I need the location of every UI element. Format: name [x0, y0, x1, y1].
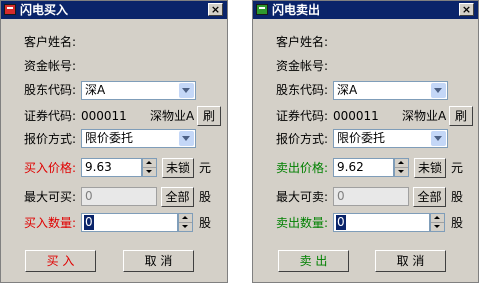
buy-qty-label: 买入数量:	[24, 216, 77, 230]
spin-up-icon[interactable]	[395, 159, 408, 168]
sell-max-label: 最大可卖:	[276, 190, 329, 204]
sell-price-type-label: 报价方式:	[276, 132, 329, 146]
chevron-down-icon[interactable]	[431, 83, 446, 98]
buy-qty-spinner[interactable]	[178, 213, 193, 232]
sell-holder-label: 股东代码:	[276, 83, 329, 97]
buy-dialog: 闪电买入 × 客户姓名: 资金帐号: 股东代码: 深A 证券代码: 000011…	[0, 0, 228, 283]
sell-max-unit: 股	[451, 190, 464, 204]
sell-max-field: 0	[333, 187, 409, 206]
sell-lock-button[interactable]: 未锁	[414, 158, 446, 178]
buy-app-icon	[4, 4, 16, 15]
sell-qty-label: 卖出数量:	[276, 216, 329, 230]
sell-titlebar[interactable]: 闪电卖出 ×	[253, 1, 478, 19]
buy-titlebar[interactable]: 闪电买入 ×	[1, 1, 227, 19]
buy-qty-unit: 股	[199, 216, 212, 230]
sell-qty-unit: 股	[451, 216, 464, 230]
sell-price-unit: 元	[451, 161, 464, 175]
buy-price-type-label: 报价方式:	[24, 132, 77, 146]
sell-dialog: 闪电卖出 × 客户姓名: 资金帐号: 股东代码: 深A 证券代码: 000011…	[252, 0, 479, 283]
sell-qty-value: 0	[336, 215, 346, 230]
buy-all-button[interactable]: 全部	[161, 187, 194, 207]
sell-price-input[interactable]: 9.62	[333, 158, 394, 177]
sell-stock-name: 深物业A	[402, 109, 447, 123]
buy-price-unit: 元	[199, 161, 212, 175]
buy-submit-button[interactable]: 买 入	[25, 250, 96, 272]
sell-code-label: 证券代码:	[276, 109, 329, 123]
sell-customer-label: 客户姓名:	[276, 35, 329, 49]
sell-holder-value: 深A	[337, 83, 358, 97]
buy-stock-name: 深物业A	[150, 109, 195, 123]
sell-price-spinner[interactable]	[394, 158, 409, 177]
chevron-down-icon[interactable]	[179, 131, 194, 146]
sell-cancel-button[interactable]: 取 消	[375, 250, 446, 272]
sell-price-label: 卖出价格:	[276, 161, 329, 175]
buy-max-unit: 股	[199, 190, 212, 204]
buy-max-label: 最大可买:	[24, 190, 77, 204]
sell-max-value: 0	[337, 189, 345, 203]
buy-qty-value: 0	[84, 215, 94, 230]
sell-qty-input[interactable]: 0	[333, 213, 430, 232]
buy-customer-label: 客户姓名:	[24, 35, 77, 49]
buy-price-type-select[interactable]: 限价委托	[81, 129, 196, 148]
spin-down-icon[interactable]	[395, 168, 408, 176]
sell-price-type-select[interactable]: 限价委托	[333, 129, 448, 148]
buy-holder-label: 股东代码:	[24, 83, 77, 97]
buy-code-label: 证券代码:	[24, 109, 77, 123]
chevron-down-icon[interactable]	[431, 131, 446, 146]
buy-cancel-button[interactable]: 取 消	[123, 250, 194, 272]
buy-price-spinner[interactable]	[142, 158, 157, 177]
buy-max-value: 0	[85, 189, 93, 203]
sell-price-type-value: 限价委托	[337, 131, 386, 145]
buy-refresh-button[interactable]: 刷	[197, 106, 221, 126]
spin-up-icon[interactable]	[431, 214, 444, 223]
spin-up-icon[interactable]	[143, 159, 156, 168]
sell-title: 闪电卖出	[272, 3, 321, 17]
buy-price-input[interactable]: 9.63	[81, 158, 142, 177]
spin-down-icon[interactable]	[143, 168, 156, 176]
sell-account-label: 资金帐号:	[276, 59, 329, 73]
chevron-down-icon[interactable]	[179, 83, 194, 98]
sell-close-button[interactable]: ×	[459, 3, 474, 16]
sell-submit-button[interactable]: 卖 出	[278, 250, 349, 272]
sell-app-icon	[256, 4, 268, 15]
sell-all-button[interactable]: 全部	[413, 187, 446, 207]
buy-lock-button[interactable]: 未锁	[162, 158, 194, 178]
spin-down-icon[interactable]	[179, 223, 192, 231]
buy-code-value: 000011	[81, 109, 127, 123]
buy-qty-input[interactable]: 0	[81, 213, 178, 232]
buy-price-type-value: 限价委托	[85, 131, 134, 145]
spin-up-icon[interactable]	[179, 214, 192, 223]
sell-qty-spinner[interactable]	[430, 213, 445, 232]
buy-close-button[interactable]: ×	[208, 3, 223, 16]
buy-account-label: 资金帐号:	[24, 59, 77, 73]
sell-holder-select[interactable]: 深A	[333, 81, 448, 100]
sell-code-value: 000011	[333, 109, 379, 123]
buy-title: 闪电买入	[20, 3, 69, 17]
sell-price-value: 9.62	[337, 160, 364, 174]
buy-holder-select[interactable]: 深A	[81, 81, 196, 100]
sell-refresh-button[interactable]: 刷	[449, 106, 473, 126]
buy-holder-value: 深A	[85, 83, 106, 97]
buy-max-field: 0	[81, 187, 157, 206]
buy-price-label: 买入价格:	[24, 161, 77, 175]
spin-down-icon[interactable]	[431, 223, 444, 231]
buy-price-value: 9.63	[85, 160, 112, 174]
